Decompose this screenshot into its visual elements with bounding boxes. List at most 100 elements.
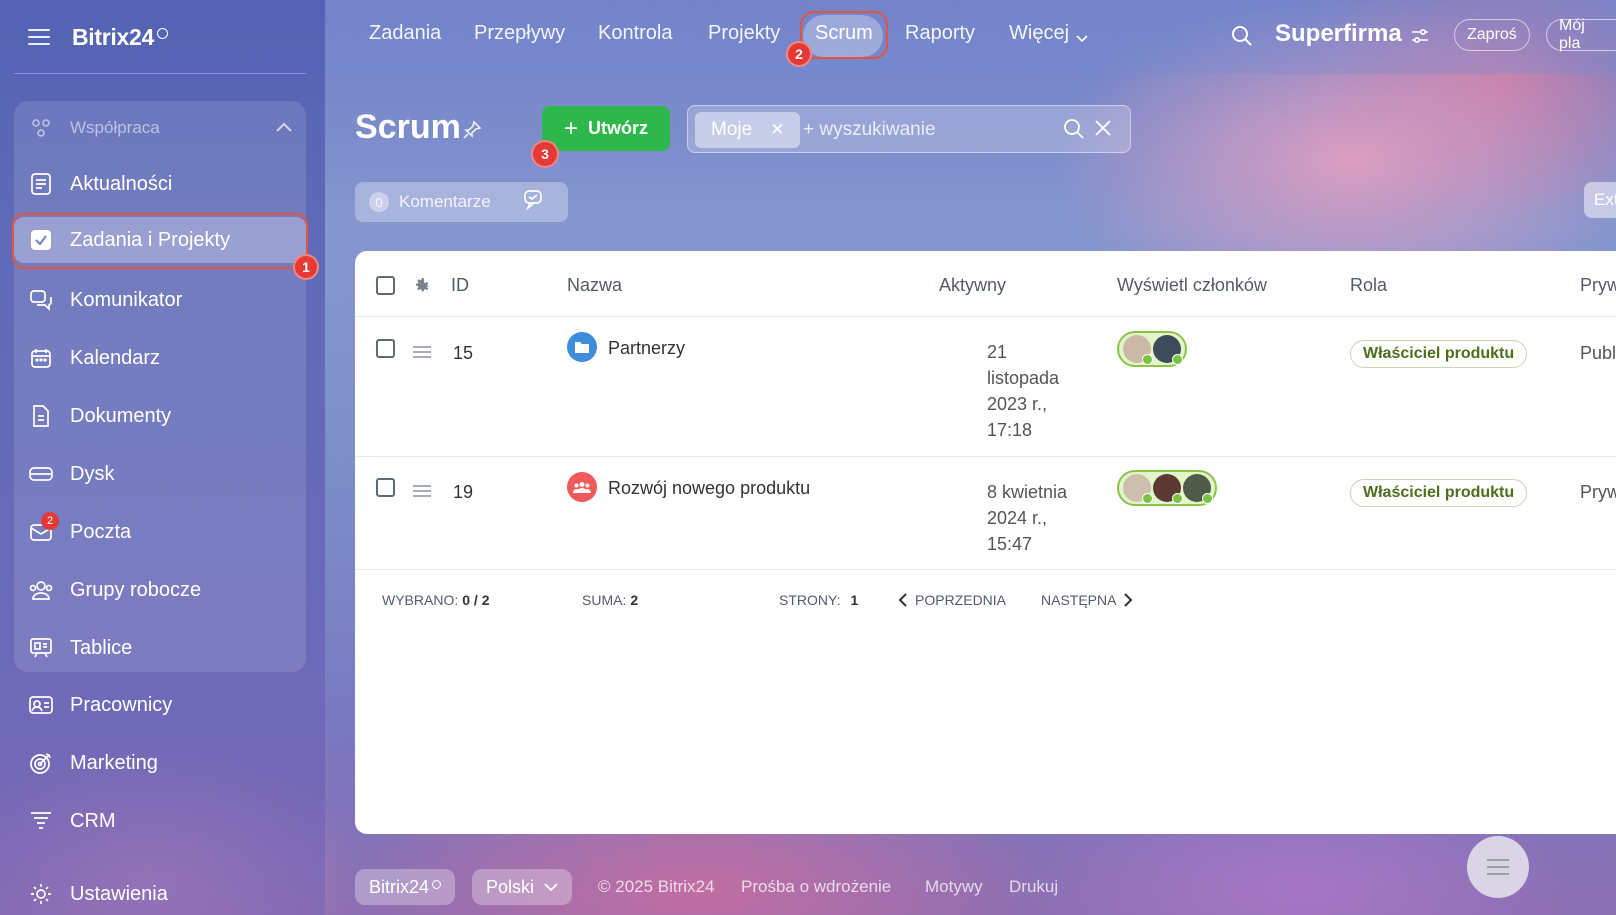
nav-tab-reports[interactable]: Raporty [905, 22, 975, 45]
sidebar-item-calendar[interactable]: Kalendarz [14, 335, 306, 381]
print-link[interactable]: Drukuj [1009, 877, 1058, 897]
company-name[interactable]: Superfirma [1275, 20, 1402, 48]
chevron-down-icon[interactable] [1076, 30, 1088, 48]
date-line: 15:47 [987, 534, 1033, 554]
date-line: 8 kwietnia [987, 482, 1068, 502]
comments-count: 0 [369, 192, 389, 212]
sidebar-item-messenger[interactable]: Komunikator [14, 277, 306, 323]
avatar[interactable] [1123, 474, 1153, 504]
date-line: 21 [987, 342, 1008, 362]
implementation-request-link[interactable]: Prośba o wdrożenie [741, 877, 891, 897]
select-all-checkbox[interactable] [376, 276, 395, 295]
drive-icon [28, 461, 54, 487]
prev-page-button[interactable]: POPRZEDNIA [898, 592, 1006, 608]
filter-chip[interactable]: Moje ✕ [695, 112, 801, 148]
nav-tab-control[interactable]: Kontrola [598, 22, 673, 45]
clear-icon[interactable] [1094, 119, 1112, 142]
search-icon[interactable] [1230, 24, 1254, 53]
row-checkbox[interactable] [376, 478, 395, 497]
avatar[interactable] [1183, 474, 1213, 504]
nav-tab-flows[interactable]: Przepływy [474, 22, 565, 45]
hamburger-menu-icon[interactable] [28, 29, 50, 45]
sidebar-item-boards[interactable]: Tablice [14, 625, 306, 671]
avatar[interactable] [1153, 335, 1183, 365]
language-label: Polski [486, 876, 535, 897]
target-icon [28, 750, 54, 776]
list-icon [1487, 859, 1509, 875]
sidebar-item-label: Kalendarz [70, 346, 161, 369]
sidebar-item-crm[interactable]: CRM [14, 798, 306, 844]
news-icon [28, 171, 54, 197]
column-header-name[interactable]: Nazwa [567, 275, 622, 296]
sidebar-item-news[interactable]: Aktualności [14, 161, 306, 207]
avatar[interactable] [1123, 335, 1153, 365]
filter-search-box[interactable]: Moje ✕ + wyszukiwanie [687, 105, 1131, 153]
selected-count: WYBRANO: 0 / 2 [382, 592, 489, 608]
column-header-role[interactable]: Rola [1350, 275, 1387, 296]
logo-row: Bitrix24 [28, 22, 168, 52]
project-name-link[interactable]: Rozwój nowego produktu [608, 478, 810, 499]
comments-counter[interactable]: 0 Komentarze [355, 182, 568, 222]
sidebar-item-workgroups[interactable]: Grupy robocze [14, 567, 306, 613]
members-avatars[interactable] [1117, 470, 1217, 506]
chat-widget-button[interactable] [1467, 836, 1529, 898]
row-id: 15 [453, 343, 474, 363]
prev-page-label: POPRZEDNIA [915, 592, 1007, 608]
bottom-logo[interactable]: Bitrix24 [355, 869, 456, 905]
chevron-down-icon [544, 882, 558, 891]
header-divider [355, 316, 1616, 317]
next-page-button[interactable]: NASTĘPNA [1041, 592, 1133, 608]
nav-tab-projects[interactable]: Projekty [708, 22, 780, 45]
nav-tab-more[interactable]: Więcej [1009, 22, 1069, 45]
row-checkbox[interactable] [376, 339, 395, 358]
privacy-value: Pryw [1580, 482, 1616, 502]
themes-link[interactable]: Motywy [925, 877, 983, 897]
close-icon[interactable]: ✕ [770, 120, 784, 140]
members-avatars[interactable] [1117, 331, 1187, 367]
nav-tab-tasks[interactable]: Zadania [369, 22, 441, 45]
nav-tab-scrum[interactable]: Scrum [815, 22, 873, 45]
group-icon [28, 577, 54, 603]
column-header-active[interactable]: Aktywny [939, 275, 1006, 296]
copyright-text: © 2025 Bitrix24 [598, 877, 715, 896]
date-line: 17:18 [987, 420, 1033, 440]
pin-icon[interactable] [462, 120, 482, 145]
sidebar-item-label: CRM [70, 809, 116, 832]
settings-sliders-icon[interactable] [1411, 28, 1429, 49]
crm-icon [28, 808, 54, 834]
callout-badge-2: 2 [786, 41, 812, 67]
sidebar-item-marketing[interactable]: Marketing [14, 740, 306, 786]
drag-handle-icon[interactable] [413, 346, 431, 358]
selected-label: WYBRANO: [382, 592, 459, 608]
invite-button[interactable]: Zaproś [1454, 19, 1530, 51]
sidebar-item-drive[interactable]: Dysk [14, 451, 306, 497]
drag-handle-icon[interactable] [413, 485, 431, 497]
project-name-link[interactable]: Partnerzy [608, 338, 685, 359]
language-selector[interactable]: Polski [472, 869, 573, 905]
board-icon [28, 635, 54, 661]
pages-count: STRONY: 1 [779, 592, 858, 608]
clock-icon [432, 879, 442, 889]
column-header-privacy[interactable]: Pryw [1580, 275, 1616, 296]
sidebar-item-settings[interactable]: Ustawienia [14, 871, 306, 915]
search-icon[interactable] [1063, 118, 1085, 145]
sidebar-divider [14, 73, 306, 74]
privacy-value: Publ [1580, 343, 1616, 363]
sidebar-item-label: Grupy robocze [70, 578, 202, 601]
app-logo[interactable]: Bitrix24 [72, 24, 154, 51]
sidebar-item-documents[interactable]: Dokumenty [14, 393, 306, 439]
column-header-members[interactable]: Wyświetl członków [1117, 275, 1267, 296]
sidebar-item-label: Aktualności [70, 172, 173, 195]
create-button[interactable]: + Utwórz [542, 106, 670, 151]
search-input[interactable]: + wyszukiwanie [803, 119, 936, 141]
extensions-button[interactable]: Ext [1584, 182, 1616, 218]
sidebar-item-employees[interactable]: Pracownicy [14, 682, 306, 728]
my-plan-button[interactable]: Mój pla [1546, 17, 1616, 52]
plus-icon: + [563, 114, 578, 142]
chevron-up-icon[interactable] [276, 117, 292, 137]
gear-icon[interactable] [412, 275, 432, 300]
sidebar-group-header[interactable]: Współpraca [14, 105, 306, 151]
column-header-id[interactable]: ID [451, 275, 469, 296]
date-line: 2024 r., [987, 508, 1048, 528]
avatar[interactable] [1153, 474, 1183, 504]
